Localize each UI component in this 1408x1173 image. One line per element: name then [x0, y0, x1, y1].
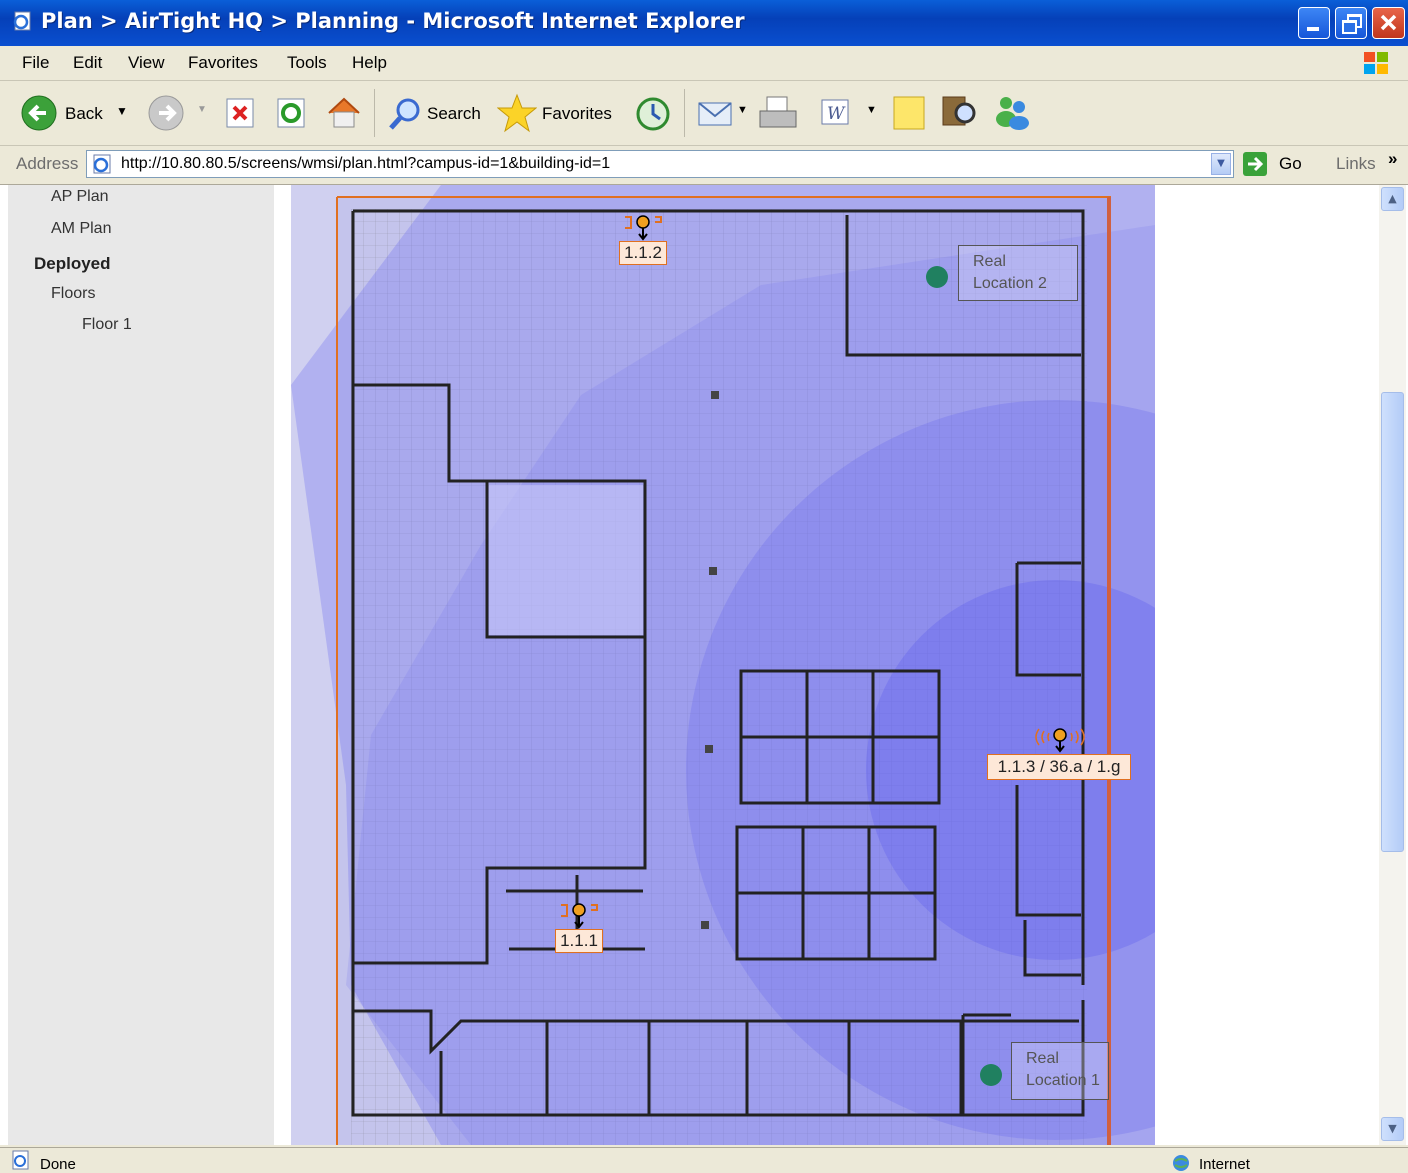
address-label: Address — [16, 154, 79, 173]
links-label[interactable]: Links — [1336, 154, 1376, 174]
status-bar: Done Internet — [0, 1147, 1408, 1173]
sidebar-item-floors[interactable]: Floors — [51, 285, 95, 303]
scroll-thumb[interactable] — [1381, 392, 1404, 852]
menu-file[interactable]: File — [22, 53, 49, 73]
back-label: Back — [65, 104, 103, 123]
real-location-2-marker[interactable] — [926, 266, 948, 288]
back-button[interactable]: Back ▼ — [20, 95, 140, 131]
sidebar-item-am-plan[interactable]: AM Plan — [51, 220, 111, 238]
title-bar: Plan > AirTight HQ > Planning - Microsof… — [0, 0, 1408, 46]
stop-button[interactable] — [225, 97, 257, 129]
sensor-icon — [561, 903, 598, 929]
restore-button[interactable] — [1335, 7, 1367, 39]
real-location-1-marker[interactable] — [980, 1064, 1002, 1086]
status-text: Done — [40, 1156, 76, 1173]
column-marker — [711, 391, 719, 399]
sidebar: AP Plan AM Plan Deployed Floors Floor 1 — [8, 185, 274, 1145]
search-label: Search — [427, 104, 481, 123]
scroll-up-arrow-icon[interactable]: ▲ — [1381, 187, 1404, 211]
minimize-button[interactable] — [1298, 7, 1330, 39]
floor-plan-area: Real Location 2 Real Location 1 1.1.2 1.… — [291, 185, 1155, 1145]
print-button[interactable] — [757, 93, 799, 133]
ie-page-icon — [13, 11, 31, 31]
history-button[interactable] — [634, 95, 672, 133]
home-button[interactable] — [325, 95, 363, 131]
scroll-down-arrow-icon[interactable]: ▼ — [1381, 1117, 1404, 1141]
device-label: 1.1.2 — [619, 241, 667, 265]
access-point-icon — [1035, 728, 1085, 753]
device-1-1-2[interactable]: 1.1.2 — [619, 212, 669, 268]
sidebar-item-ap-plan[interactable]: AP Plan — [51, 188, 109, 206]
location-label-line2: Location 2 — [973, 275, 1047, 292]
toolbar: Back ▼ ▼ Search Favorites ▼ W ▼ — [0, 81, 1408, 146]
favorites-star-icon — [496, 93, 538, 133]
sensor-icon — [625, 215, 662, 241]
device-1-1-1[interactable]: 1.1.1 — [555, 900, 605, 956]
mail-button[interactable] — [697, 97, 735, 129]
page-content: AP Plan AM Plan Deployed Floors Floor 1 — [0, 185, 1408, 1145]
real-location-1-label[interactable]: Real Location 1 — [1011, 1042, 1109, 1100]
address-dropdown-icon[interactable]: ▼ — [1211, 153, 1231, 175]
real-location-2-label[interactable]: Real Location 2 — [958, 245, 1078, 301]
window-title: Plan > AirTight HQ > Planning - Microsof… — [41, 9, 745, 33]
close-icon — [1380, 14, 1397, 31]
search-button[interactable]: Search — [386, 95, 486, 131]
right-blank-area — [1156, 185, 1378, 1145]
location-label-line1: Real — [1026, 1050, 1059, 1067]
floor-plan-svg — [291, 185, 1155, 1145]
edit-dropdown-icon[interactable]: ▼ — [866, 104, 877, 116]
forward-dropdown-icon[interactable]: ▼ — [197, 104, 207, 115]
windows-logo-icon — [1364, 52, 1388, 74]
search-icon — [389, 98, 420, 130]
go-button[interactable]: Go — [1242, 150, 1310, 178]
refresh-button[interactable] — [276, 97, 308, 129]
menu-help[interactable]: Help — [352, 53, 387, 73]
menu-bar: File Edit View Favorites Tools Help — [0, 46, 1408, 81]
device-1-1-3[interactable]: 1.1.3 / 36.a / 1.g — [987, 723, 1133, 781]
messenger-button[interactable] — [992, 93, 1032, 133]
go-label: Go — [1279, 154, 1302, 173]
back-dropdown-icon[interactable]: ▼ — [116, 104, 128, 118]
vertical-scrollbar[interactable]: ▲ ▼ — [1379, 185, 1406, 1145]
menu-view[interactable]: View — [128, 53, 165, 73]
internet-zone-icon — [1173, 1155, 1189, 1171]
sidebar-item-floor-1[interactable]: Floor 1 — [82, 316, 132, 334]
mail-dropdown-icon[interactable]: ▼ — [737, 104, 748, 116]
page-done-icon — [12, 1150, 29, 1170]
menu-favorites[interactable]: Favorites — [188, 53, 258, 73]
research-button[interactable] — [939, 91, 979, 131]
location-label-line2: Location 1 — [1026, 1072, 1100, 1089]
notes-button[interactable] — [892, 95, 928, 131]
room-highlight — [489, 485, 643, 635]
favorites-button[interactable]: Favorites — [496, 93, 619, 133]
close-button[interactable] — [1372, 7, 1405, 39]
address-input[interactable]: http://10.80.80.5/screens/wmsi/plan.html… — [86, 150, 1234, 178]
go-arrow-icon — [1243, 152, 1267, 176]
links-chevron-icon[interactable]: » — [1388, 149, 1397, 169]
forward-button[interactable] — [147, 95, 185, 133]
column-marker — [709, 567, 717, 575]
column-marker — [705, 745, 713, 753]
back-arrow-icon — [21, 95, 57, 131]
zone-text: Internet — [1199, 1156, 1250, 1173]
edit-word-button[interactable]: W — [820, 98, 852, 128]
address-url: http://10.80.80.5/screens/wmsi/plan.html… — [121, 155, 611, 172]
page-icon — [93, 154, 111, 174]
device-label: 1.1.1 — [555, 929, 603, 953]
menu-edit[interactable]: Edit — [73, 53, 102, 73]
sidebar-item-deployed[interactable]: Deployed — [34, 254, 111, 274]
favorites-label: Favorites — [542, 104, 612, 123]
svg-text:W: W — [827, 104, 846, 124]
location-label-line1: Real — [973, 253, 1006, 270]
column-marker — [701, 921, 709, 929]
menu-tools[interactable]: Tools — [287, 53, 327, 73]
address-bar: Address http://10.80.80.5/screens/wmsi/p… — [0, 146, 1408, 185]
device-label: 1.1.3 / 36.a / 1.g — [987, 754, 1131, 780]
